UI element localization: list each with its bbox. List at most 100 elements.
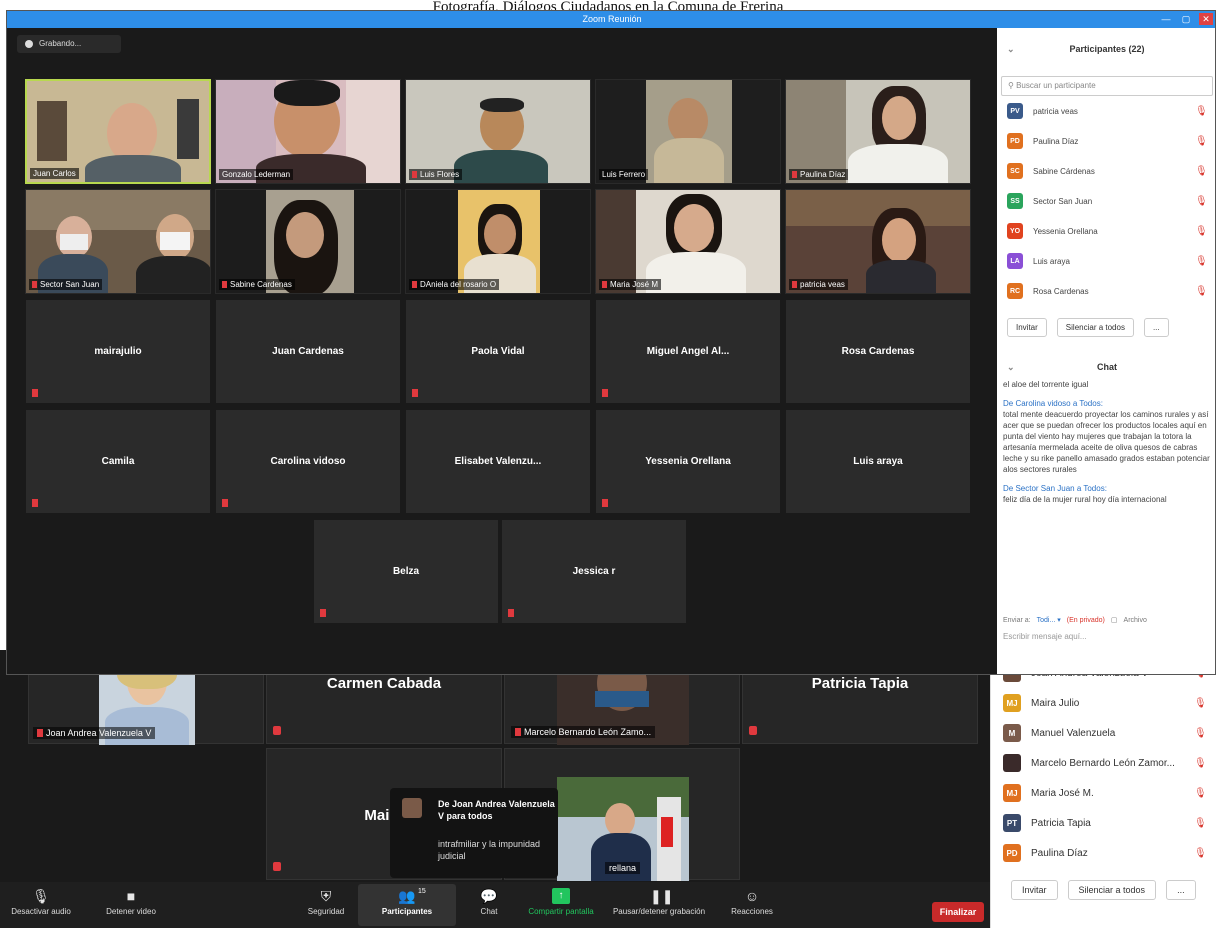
name-tile[interactable]: Camila [25, 409, 211, 514]
meeting-toolbar: 🎙 Desactivar audio ■ Detener video ⛨ Seguri… [0, 882, 990, 928]
back-gallery: Joan Andrea Valenzuela V Carmen Cabada M… [0, 650, 990, 882]
avatar [1003, 754, 1021, 772]
name-tile[interactable]: Elisabet Valenzu... [405, 409, 591, 514]
video-tile[interactable]: Luis Flores [405, 79, 591, 184]
name-tile[interactable]: Luis araya [785, 409, 971, 514]
tile-label: Joan Andrea Valenzuela V [33, 727, 156, 739]
name-tile[interactable]: mairajulio [25, 299, 211, 404]
send-to-dropdown[interactable]: Todi... ▾ [1037, 616, 1061, 624]
video-tile[interactable]: Gonzalo Lederman [215, 79, 401, 184]
more-button[interactable]: ... [1166, 880, 1196, 900]
page: Fotografía, Diálogos Ciudadanos en la Co… [0, 0, 1216, 928]
avatar: SC [1007, 163, 1023, 179]
name-tile[interactable]: Yessenia Orellana [595, 409, 781, 514]
name-tile[interactable]: Belza [313, 519, 499, 624]
name-tile[interactable]: Miguel Angel Al... [595, 299, 781, 404]
tile-label: rellana [605, 862, 641, 874]
participant-row[interactable]: PD Paulina Díaz 🎙 [991, 838, 1216, 868]
close-icon[interactable]: ✕ [1199, 13, 1213, 25]
avatar: MJ [1003, 694, 1021, 712]
participant-row[interactable]: PV patricia veas 🎙 [997, 96, 1215, 126]
participants-icon: 👥 [398, 888, 416, 904]
participants-button[interactable]: 👥 Participantes [358, 884, 456, 926]
mic-off-icon [412, 389, 418, 397]
video-tile[interactable]: Luis Ferrero [595, 79, 781, 184]
pause-recording-button[interactable]: ❚❚ Pausar/detener grabación [606, 888, 712, 916]
avatar: PD [1003, 844, 1021, 862]
title-bar: Zoom Reunión — ▢ ✕ [7, 11, 1215, 28]
mute-button[interactable]: 🎙 Desactivar audio [0, 888, 82, 916]
participant-row[interactable]: MJ Maira Julio 🎙 [991, 688, 1216, 718]
name-tile[interactable]: Juan Cardenas [215, 299, 401, 404]
video-tile[interactable]: Sector San Juan [25, 189, 211, 294]
security-button[interactable]: ⛨ Seguridad [286, 888, 366, 916]
chat-messages: el aloe del torrente igual De Carolina v… [997, 379, 1215, 505]
tile-label: Sabine Cardenas [219, 279, 295, 290]
more-button[interactable]: ... [1143, 318, 1169, 337]
chat-icon: 💬 [480, 888, 498, 904]
participant-row[interactable]: MJ Maria José M. 🎙 [991, 778, 1216, 808]
chat-message-input[interactable]: Escribir mensaje aquí... [1003, 632, 1211, 641]
stop-video-button[interactable]: ■ Detener video [90, 888, 172, 916]
avatar: PV [1007, 103, 1023, 119]
video-tile[interactable]: Juan Carlos [25, 79, 211, 184]
minimize-icon[interactable]: — [1159, 13, 1173, 25]
participant-row[interactable]: M Manuel Valenzuela 🎙 [991, 718, 1216, 748]
video-tile[interactable]: DAniela del rosario O [405, 189, 591, 294]
participant-search-input[interactable]: ⚲ Buscar un participante [1001, 76, 1213, 96]
popup-message: intrafmiliar y la impunidad judicial [438, 839, 541, 861]
name-tile[interactable]: Paola Vidal [405, 299, 591, 404]
mic-off-icon [320, 609, 326, 617]
participant-row[interactable]: SS Sector San Juan 🎙 [997, 186, 1215, 216]
participant-row[interactable]: Marcelo Bernardo León Zamor... 🎙 [991, 748, 1216, 778]
microphone-icon: 🎙 [32, 888, 50, 904]
mute-all-button[interactable]: Silenciar a todos [1056, 318, 1134, 337]
video-tile[interactable]: Maria José M [595, 189, 781, 294]
reactions-button[interactable]: ☺ Reacciones [718, 888, 786, 916]
recording-indicator[interactable]: Grabando... [17, 35, 121, 53]
end-meeting-button[interactable]: Finalizar [932, 902, 984, 922]
mic-off-icon: 🎙 [1194, 847, 1207, 859]
video-tile[interactable]: Sabine Cardenas [215, 189, 401, 294]
participants-count: 15 [418, 888, 426, 895]
name-tile[interactable]: Jessica r [501, 519, 687, 624]
participant-row[interactable]: LA Luis araya 🎙 [997, 246, 1215, 276]
participants-chat-panel: ⌄ Participantes (22) ⚲ Buscar un particip… [997, 28, 1215, 674]
chat-button[interactable]: 💬 Chat [450, 888, 528, 916]
participant-row[interactable]: YO Yessenia Orellana 🎙 [997, 216, 1215, 246]
mic-off-icon [749, 726, 757, 735]
maximize-icon[interactable]: ▢ [1179, 13, 1193, 25]
tile-label: Gonzalo Lederman [219, 169, 294, 180]
chat-notification-popup[interactable]: De Joan Andrea Valenzuela V para todos i… [390, 788, 558, 878]
name-tile[interactable]: Rosa Cardenas [785, 299, 971, 404]
invite-button[interactable]: Invitar [1011, 880, 1058, 900]
participant-row[interactable]: RC Rosa Cardenas 🎙 [997, 276, 1215, 306]
chevron-down-icon[interactable]: ⌄ [1007, 362, 1047, 373]
mic-off-icon [602, 499, 608, 507]
avatar: MJ [1003, 784, 1021, 802]
invite-button[interactable]: Invitar [1007, 318, 1047, 337]
share-screen-icon: ↑ [552, 888, 570, 904]
participant-row[interactable]: PD Paulina Díaz 🎙 [997, 126, 1215, 156]
mic-off-icon [273, 726, 281, 735]
popup-title: De Joan Andrea Valenzuela V para todos [438, 799, 555, 821]
chevron-down-icon[interactable]: ⌄ [1007, 44, 1047, 55]
window-title: Zoom Reunión [582, 14, 642, 24]
mic-off-icon: 🎙 [1194, 787, 1207, 799]
shield-icon: ⛨ [320, 888, 332, 904]
mic-off-icon [32, 499, 38, 507]
mic-off-icon: 🎙 [1195, 135, 1208, 147]
video-tile[interactable]: patricia veas [785, 189, 971, 294]
file-button[interactable]: Archivo [1124, 617, 1147, 624]
mic-off-icon: 🎙 [1194, 697, 1207, 709]
chat-compose: Enviar a: Todi... ▾ (En privado) ▢ Archi… [997, 616, 1215, 642]
participant-row[interactable]: PT Patricia Tapia 🎙 [991, 808, 1216, 838]
pause-icon: ❚❚ [650, 888, 674, 904]
name-tile[interactable]: Carolina vidoso [215, 409, 401, 514]
share-screen-button[interactable]: ↑ Compartir pantalla [520, 888, 602, 916]
camera-icon: ■ [126, 888, 136, 904]
video-tile[interactable]: Paulina Díaz [785, 79, 971, 184]
mute-all-button[interactable]: Silenciar a todos [1067, 880, 1157, 900]
participants-title: Participantes (22) [1069, 44, 1145, 54]
participant-row[interactable]: SC Sabine Cárdenas 🎙 [997, 156, 1215, 186]
